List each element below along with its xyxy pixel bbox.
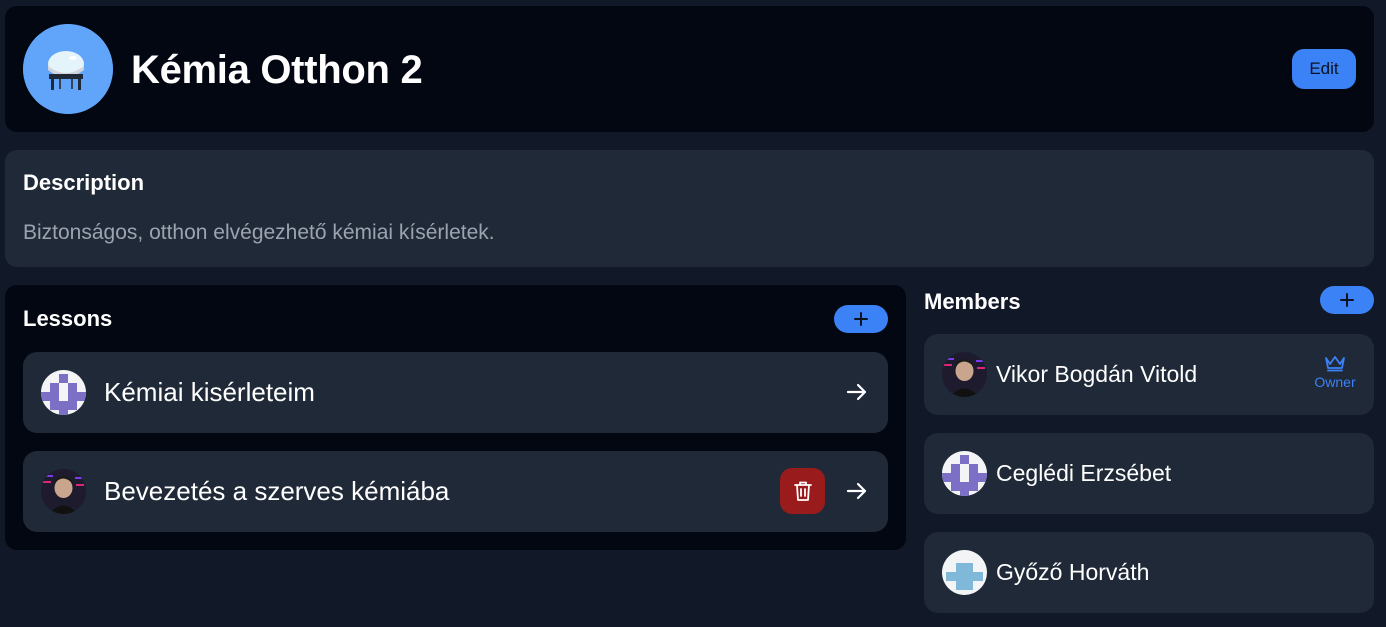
lessons-heading: Lessons bbox=[23, 306, 113, 331]
description-text: Biztonságos, otthon elvégezhető kémiai k… bbox=[23, 221, 495, 244]
blue-pattern-avatar bbox=[942, 550, 987, 595]
member-item[interactable]: Ceglédi Erzsébet bbox=[924, 433, 1374, 514]
member-name: Győző Horváth bbox=[996, 559, 1150, 585]
arrow-right-icon[interactable] bbox=[846, 381, 868, 403]
purple-pattern-avatar bbox=[942, 451, 987, 496]
lesson-label: Kémiai kisérleteim bbox=[104, 377, 315, 407]
member-name: Vikor Bogdán Vitold bbox=[996, 361, 1198, 387]
page-title: Kémia Otthon 2 bbox=[131, 48, 423, 92]
lab-apparatus-icon bbox=[23, 24, 113, 114]
description-card: Description Biztonságos, otthon elvégezh… bbox=[5, 150, 1374, 267]
member-item[interactable]: Győző Horváth bbox=[924, 532, 1374, 613]
member-item[interactable]: Vikor Bogdán Vitold Owner bbox=[924, 334, 1374, 415]
lesson-label: Bevezetés a szerves kémiába bbox=[104, 476, 450, 506]
lesson-item[interactable]: Bevezetés a szerves kémiába bbox=[23, 451, 888, 532]
lessons-panel: Lessons Kémiai kisérleteim Bevezetés a s… bbox=[5, 285, 906, 550]
description-heading: Description bbox=[23, 170, 145, 195]
add-lesson-button[interactable] bbox=[834, 305, 888, 333]
crown-icon bbox=[1325, 356, 1345, 372]
plus-icon bbox=[854, 312, 868, 326]
owner-label: Owner bbox=[1314, 374, 1356, 390]
photo-avatar bbox=[942, 352, 987, 397]
member-name: Ceglédi Erzsébet bbox=[996, 460, 1172, 486]
course-header: Kémia Otthon 2 Edit bbox=[5, 6, 1374, 132]
arrow-right-icon[interactable] bbox=[846, 480, 868, 502]
photo-avatar bbox=[41, 469, 86, 514]
purple-pattern-avatar bbox=[41, 370, 86, 415]
lesson-item[interactable]: Kémiai kisérleteim bbox=[23, 352, 888, 433]
add-member-button[interactable] bbox=[1320, 286, 1374, 314]
trash-icon bbox=[793, 481, 812, 501]
edit-button[interactable]: Edit bbox=[1292, 49, 1356, 89]
members-heading: Members bbox=[924, 289, 1021, 314]
plus-icon bbox=[1340, 293, 1354, 307]
delete-lesson-button[interactable] bbox=[780, 468, 825, 514]
owner-badge: Owner bbox=[1314, 354, 1356, 390]
